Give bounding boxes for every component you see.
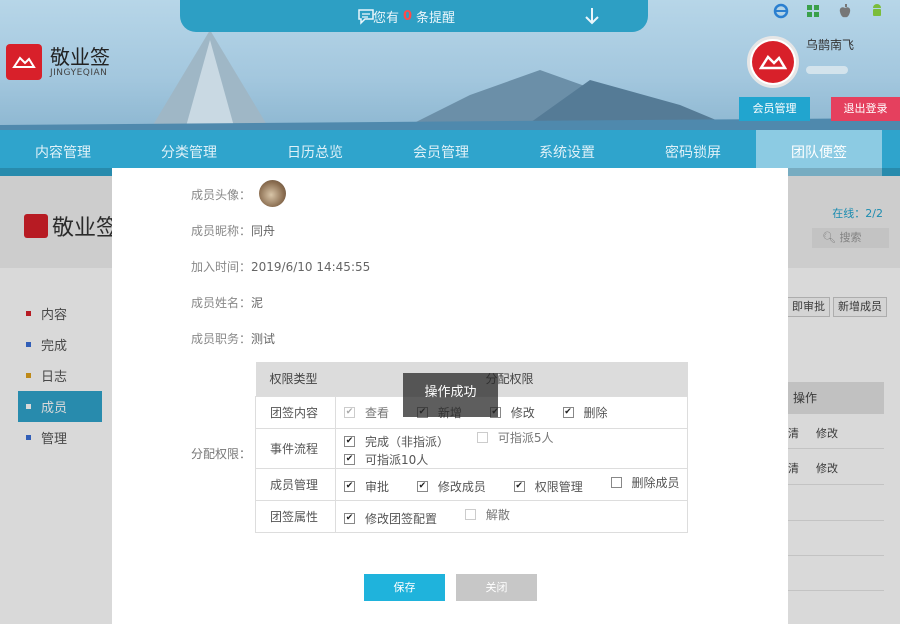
option-label: 修改团签配置 <box>365 511 438 526</box>
name-label: 成员姓名： <box>191 296 252 310</box>
perm-header-assign: 分配权限 <box>335 362 688 396</box>
close-button[interactable]: 关闭 <box>456 574 537 601</box>
perm-option-assign10[interactable]: ✔ 可指派10人 <box>344 451 428 468</box>
reminder-prefix: 您有 <box>372 10 399 26</box>
name-value: 泥 <box>251 296 264 310</box>
username: 乌鹊南飞 <box>806 38 855 52</box>
join-time-value: 2019/6/10 14:45:55 <box>251 260 371 274</box>
brand[interactable]: 敬业签 JINGYEQIAN <box>6 44 110 80</box>
checkbox[interactable]: ✔ <box>562 407 574 418</box>
perm-row: 事件流程 ✔ 完成（非指派） 可指派5人 ✔ 可指派10人 <box>255 427 688 469</box>
option-label: 权限管理 <box>534 479 583 494</box>
nickname-label: 成员昵称： <box>191 224 252 238</box>
success-toast: 操作成功 <box>403 373 498 417</box>
checkbox[interactable] <box>610 476 622 488</box>
option-label: 完成（非指派） <box>365 434 450 449</box>
perm-row: 成员管理 ✔ 审批 ✔ 修改成员 ✔ 权限管理 删除成员 <box>255 467 688 501</box>
checkbox[interactable]: ✔ <box>344 453 355 465</box>
checkbox[interactable]: ✔ <box>344 480 355 492</box>
checkbox[interactable]: ✔ <box>513 480 525 492</box>
brand-subtitle: JINGYEQIAN <box>50 68 108 78</box>
checkbox[interactable]: ✔ <box>416 480 428 492</box>
arrow-down-icon[interactable] <box>584 7 600 29</box>
apple-icon[interactable] <box>836 2 854 20</box>
role-label: 成员职务： <box>191 332 252 346</box>
checkbox[interactable]: ✔ <box>344 512 355 524</box>
role-value: 测试 <box>251 332 276 346</box>
nickname-value: 同舟 <box>251 224 276 238</box>
perm-option-manage-perm[interactable]: ✔ 权限管理 <box>513 478 583 495</box>
option-label: 查看 <box>365 406 390 420</box>
option-label: 删除成员 <box>631 475 680 490</box>
perm-type: 事件流程 <box>255 427 336 469</box>
option-label: 修改 <box>510 406 535 420</box>
perm-row: 团签属性 ✔ 修改团签配置 解散 <box>255 499 688 533</box>
avatar-row: 成员头像： <box>191 186 251 203</box>
avatar-logo-icon <box>752 41 794 83</box>
user-avatar[interactable] <box>747 36 799 88</box>
platform-icons <box>772 2 886 20</box>
perm-type: 成员管理 <box>255 467 336 501</box>
perm-option-view[interactable]: ✔ 查看 <box>344 404 389 421</box>
user-subtitle-placeholder <box>806 66 848 74</box>
join-time-row: 加入时间：2019/6/10 14:45:55 <box>191 258 370 275</box>
brand-name: 敬业签 <box>50 45 110 69</box>
checkbox[interactable]: ✔ <box>344 435 355 447</box>
nickname-row: 成员昵称：同舟 <box>191 222 275 239</box>
logout-button[interactable]: 退出登录 <box>831 97 900 121</box>
reminder-count: 0 <box>402 8 413 24</box>
logo-icon <box>6 44 42 80</box>
avatar-label: 成员头像： <box>191 188 252 202</box>
windows-icon[interactable] <box>804 2 822 20</box>
option-label: 审批 <box>365 479 390 494</box>
android-icon[interactable] <box>868 2 886 20</box>
perm-option-complete[interactable]: ✔ 完成（非指派） <box>344 433 449 450</box>
perm-type: 团签内容 <box>255 395 336 429</box>
ie-icon[interactable] <box>772 2 790 20</box>
reminder-bar[interactable]: 您有 0 条提醒 <box>180 0 648 32</box>
option-label: 解散 <box>485 507 510 522</box>
header-banner: 敬业签 JINGYEQIAN 您有 0 条提醒 乌鹊南飞 会员管理 退出登录 <box>0 0 900 130</box>
role-row: 成员职务：测试 <box>191 330 275 347</box>
checkbox[interactable] <box>476 431 488 443</box>
perm-header-type: 权限类型 <box>255 362 336 396</box>
permission-label: 分配权限： <box>191 447 252 461</box>
perm-option-assign5[interactable]: 可指派5人 <box>476 429 554 446</box>
member-management-button[interactable]: 会员管理 <box>739 97 810 121</box>
perm-type: 团签属性 <box>255 499 336 533</box>
perm-option-delete-member[interactable]: 删除成员 <box>610 474 680 491</box>
reminder-suffix: 条提醒 <box>416 10 456 26</box>
option-label: 修改成员 <box>437 479 486 494</box>
checkbox[interactable]: ✔ <box>344 407 355 418</box>
chat-bubble-icon <box>356 6 376 30</box>
option-label: 删除 <box>583 406 608 420</box>
checkbox[interactable] <box>464 508 476 520</box>
member-avatar[interactable] <box>259 180 286 207</box>
member-detail-modal: 成员头像： 成员昵称：同舟 加入时间：2019/6/10 14:45:55 成员… <box>112 168 788 624</box>
option-label: 可指派5人 <box>497 430 554 445</box>
perm-option-approve[interactable]: ✔ 审批 <box>344 478 389 495</box>
option-label: 可指派10人 <box>365 452 429 467</box>
perm-option-dissolve[interactable]: 解散 <box>464 506 510 523</box>
perm-option-edit-config[interactable]: ✔ 修改团签配置 <box>344 510 437 527</box>
perm-option-delete[interactable]: ✔ 删除 <box>562 404 608 421</box>
perm-option-edit-member[interactable]: ✔ 修改成员 <box>416 478 486 495</box>
join-time-label: 加入时间： <box>191 260 252 274</box>
save-button[interactable]: 保存 <box>364 574 445 601</box>
name-row: 成员姓名：泥 <box>191 294 263 311</box>
